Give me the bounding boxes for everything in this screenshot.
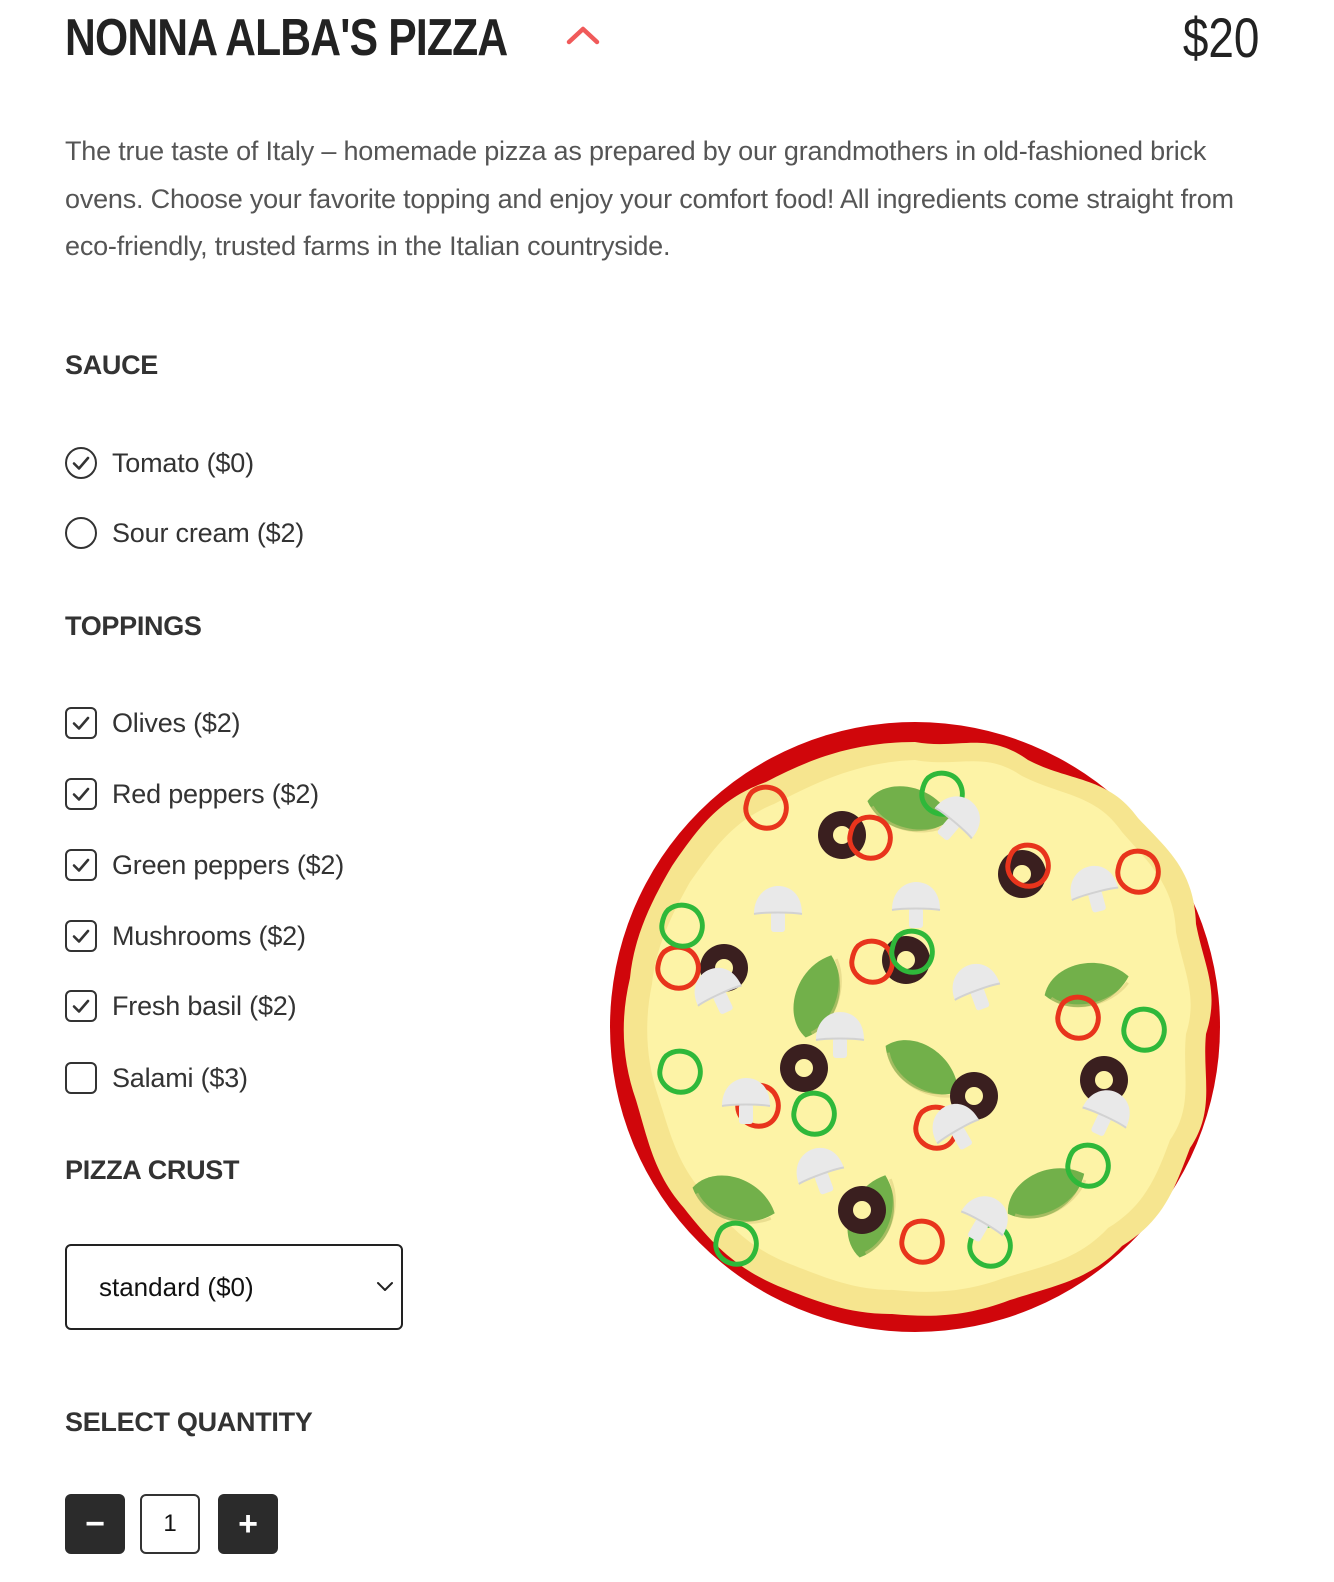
chevron-up-icon: [566, 26, 600, 45]
checkmark-icon: [72, 858, 90, 872]
topping-option-label: Fresh basil ($2): [112, 990, 297, 1021]
topping-option-olives[interactable]: Olives ($2): [65, 706, 241, 740]
topping-option-label: Green peppers ($2): [112, 849, 345, 880]
radio-button-unchecked[interactable]: [65, 517, 97, 549]
checkmark-icon: [72, 929, 90, 943]
collapse-toggle[interactable]: [565, 20, 601, 50]
checkbox-checked[interactable]: [65, 920, 97, 952]
product-header: NONNA ALBA'S PIZZA $20: [65, 0, 1265, 80]
product-description: The true taste of Italy – homemade pizza…: [65, 136, 1234, 261]
minus-icon: −: [85, 1504, 105, 1543]
checkmark-icon: [72, 787, 90, 801]
topping-option-mushrooms[interactable]: Mushrooms ($2): [65, 919, 306, 953]
chevron-down-icon: [377, 1282, 393, 1291]
topping-option-label: Red peppers ($2): [112, 778, 319, 809]
pizza-illustration: [610, 722, 1220, 1332]
checkmark-icon: [72, 999, 90, 1013]
quantity-section-title: SELECT QUANTITY: [65, 1407, 313, 1437]
sauce-option-label: Sour cream ($2): [112, 517, 305, 548]
sauce-option-sour-cream[interactable]: Sour cream ($2): [65, 516, 304, 550]
sauce-option-tomato[interactable]: Tomato ($0): [65, 446, 254, 480]
quantity-input[interactable]: 1: [140, 1494, 200, 1554]
quantity-increment-button[interactable]: +: [218, 1494, 278, 1554]
product-title: NONNA ALBA'S PIZZA: [65, 9, 508, 67]
crust-select[interactable]: standard ($0): [65, 1244, 403, 1330]
checkbox-checked[interactable]: [65, 707, 97, 739]
topping-option-salami[interactable]: Salami ($3): [65, 1061, 248, 1095]
checkbox-unchecked[interactable]: [65, 1062, 97, 1094]
sauce-section-title: SAUCE: [65, 350, 159, 380]
product-price: $20: [1182, 6, 1259, 69]
quantity-decrement-button[interactable]: −: [65, 1494, 125, 1554]
crust-section-title: PIZZA CRUST: [65, 1155, 240, 1185]
checkmark-icon: [72, 716, 90, 730]
checkbox-checked[interactable]: [65, 990, 97, 1022]
toppings-section-title: TOPPINGS: [65, 611, 202, 641]
checkbox-checked[interactable]: [65, 849, 97, 881]
topping-option-red-peppers[interactable]: Red peppers ($2): [65, 777, 319, 811]
sauce-option-label: Tomato ($0): [112, 447, 254, 478]
topping-option-label: Salami ($3): [112, 1062, 248, 1093]
plus-icon: +: [238, 1504, 258, 1543]
topping-option-label: Olives ($2): [112, 707, 241, 738]
radio-button-checked[interactable]: [65, 447, 97, 479]
topping-option-green-peppers[interactable]: Green peppers ($2): [65, 848, 344, 882]
topping-option-label: Mushrooms ($2): [112, 920, 306, 951]
checkmark-icon: [72, 456, 90, 470]
checkbox-checked[interactable]: [65, 778, 97, 810]
crust-selected-value: standard ($0): [99, 1271, 254, 1302]
topping-option-fresh-basil[interactable]: Fresh basil ($2): [65, 989, 297, 1023]
